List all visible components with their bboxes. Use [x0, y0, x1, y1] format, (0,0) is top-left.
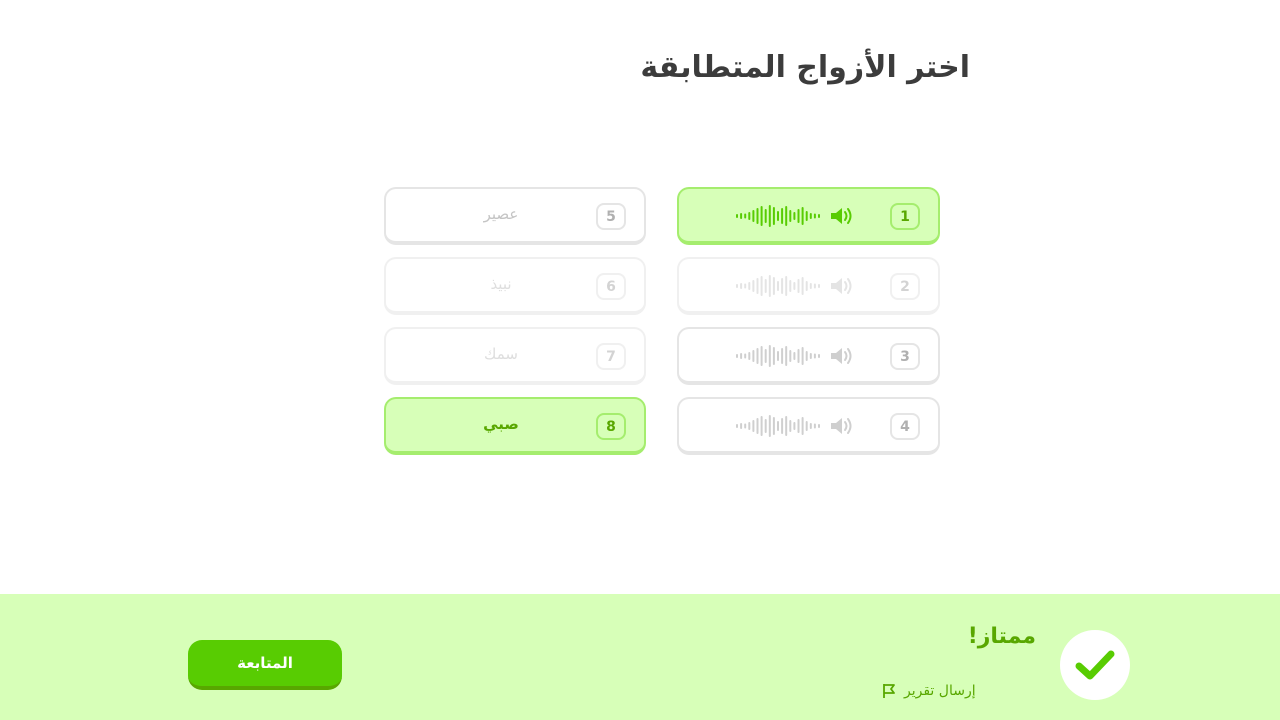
continue-button[interactable]: المتابعة	[188, 640, 342, 690]
audio-option-1[interactable]: 1	[677, 187, 940, 245]
word-option-8[interactable]: صبي 8	[384, 397, 646, 455]
success-badge	[1060, 630, 1130, 700]
page-title: اختر الأزواج المتطابقة	[640, 50, 970, 85]
word-option-7[interactable]: سمك 7	[384, 327, 646, 385]
speaker-icon	[831, 418, 852, 434]
audio-option-2[interactable]: 2	[677, 257, 940, 315]
option-word: نبيذ	[490, 275, 512, 293]
option-number: 7	[596, 343, 626, 370]
word-option-5[interactable]: عصير 5	[384, 187, 646, 245]
option-number: 8	[596, 413, 626, 440]
audio-waveform-icon	[736, 345, 820, 367]
option-number: 2	[890, 273, 920, 300]
option-number: 4	[890, 413, 920, 440]
option-number: 1	[890, 203, 920, 230]
audio-option-3[interactable]: 3	[677, 327, 940, 385]
option-word: سمك	[484, 345, 518, 363]
option-word: صبي	[483, 415, 519, 433]
audio-option-4[interactable]: 4	[677, 397, 940, 455]
audio-waveform-icon	[736, 415, 820, 437]
flag-icon	[883, 684, 895, 698]
report-label: إرسال تقرير	[904, 683, 976, 699]
speaker-icon	[831, 208, 852, 224]
option-number: 3	[890, 343, 920, 370]
option-number: 5	[596, 203, 626, 230]
option-word: عصير	[483, 205, 519, 223]
speaker-icon	[831, 348, 852, 364]
checkmark-icon	[1075, 650, 1115, 680]
speaker-icon	[831, 278, 852, 294]
report-link[interactable]: إرسال تقرير	[880, 682, 1036, 700]
word-option-6[interactable]: نبيذ 6	[384, 257, 646, 315]
audio-waveform-icon	[736, 275, 820, 297]
option-number: 6	[596, 273, 626, 300]
result-title: ممتاز!	[967, 624, 1036, 649]
audio-waveform-icon	[736, 205, 820, 227]
